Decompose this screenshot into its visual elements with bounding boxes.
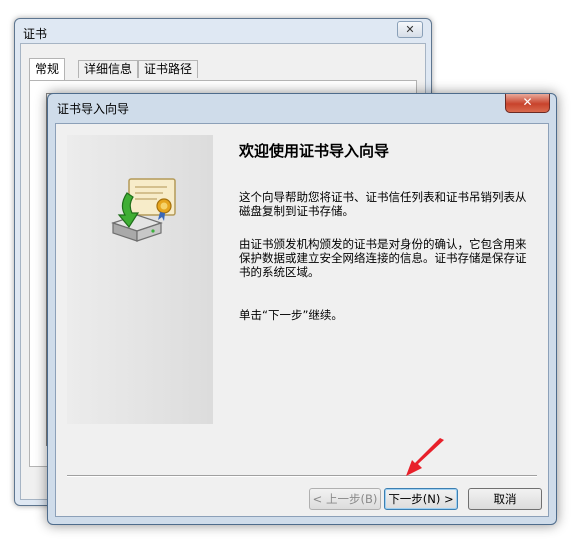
wizard-intro-text: 这个向导帮助您将证书、证书信任列表和证书吊销列表从磁盘复制到证书存储。 [239,190,527,218]
back-button[interactable]: < 上一步(B) [309,488,381,510]
annotation-arrow-shape [406,438,444,476]
wizard-side-banner [67,135,213,424]
annotation-arrow-icon [406,438,444,476]
tab-details[interactable]: 详细信息 [78,60,139,78]
wizard-body: 欢迎使用证书导入向导 这个向导帮助您将证书、证书信任列表和证书吊销列表从磁盘复制… [55,123,549,517]
cancel-button[interactable]: 取消 [468,488,542,510]
certificate-import-icon [111,178,176,242]
next-button[interactable]: 下一步(N) > [384,488,458,510]
wizard-description-text: 由证书颁发机构颁发的证书是对身份的确认，它包含用来保护数据或建立安全网络连接的信… [239,237,527,279]
wizard-heading: 欢迎使用证书导入向导 [239,142,390,160]
certificate-window-close-button[interactable]: ✕ [397,21,423,38]
wizard-continue-hint: 单击“下一步”继续。 [239,308,343,322]
wizard-close-button[interactable]: ✕ [505,94,550,113]
wizard-separator [67,475,537,477]
import-wizard-dialog: 证书导入向导 ✕ 欢迎使用证书导入向导 这个向导帮助您将证书、证书信任列表和证书… [47,93,557,525]
tab-general[interactable]: 常规 [29,58,66,80]
certificate-window-title: 证书 [23,27,48,41]
tab-certification-path[interactable]: 证书路径 [138,60,199,78]
wizard-title: 证书导入向导 [57,102,130,116]
